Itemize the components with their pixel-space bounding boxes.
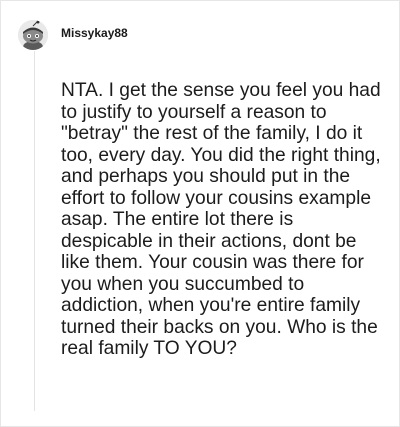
username[interactable]: Missykay88	[61, 26, 128, 40]
comment-card: Missykay88 NTA. I get the sense you feel…	[0, 0, 400, 427]
comment-body: NTA. I get the sense you feel you had to…	[61, 80, 381, 359]
comment-header: Missykay88	[18, 15, 128, 55]
avatar-snoo-icon	[18, 20, 48, 50]
user-avatar-icon[interactable]	[18, 20, 48, 50]
thread-line[interactable]	[34, 51, 35, 411]
